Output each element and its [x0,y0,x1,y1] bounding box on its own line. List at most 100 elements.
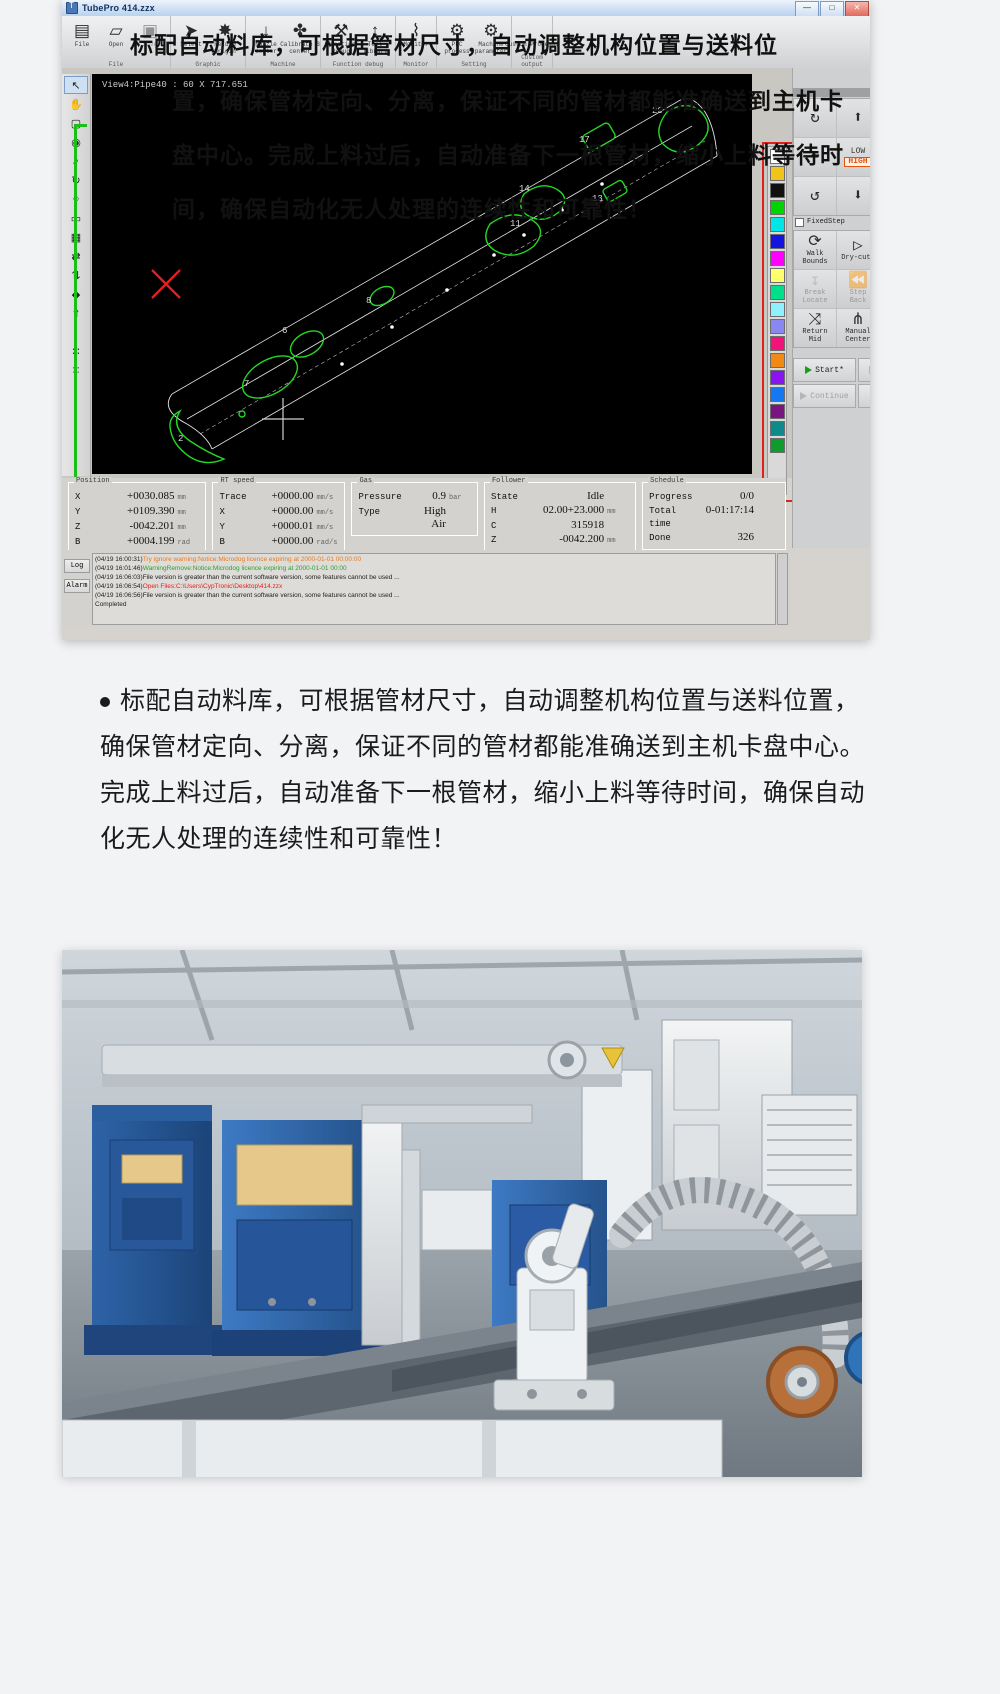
log-list[interactable]: (04/19 16:00:31)Try ignore warning:Notic… [92,553,776,625]
palette-swatch[interactable] [769,234,785,249]
palette-swatch[interactable] [769,268,785,283]
cursor-arrow-button[interactable]: ➤ Select [174,16,208,65]
run-control-row[interactable]: Start* Pause Continue Stop [793,358,870,408]
status-unit: mm/s [316,494,334,502]
calibrate-b-button[interactable]: ✤ Calibrate B center [280,16,320,65]
return-origin-button[interactable]: ✸ Return Origin [208,16,242,65]
fixed-step-row[interactable]: FixedStep ⚙ [793,216,870,228]
continue-button: Continue [793,384,856,408]
status-value: +0004.199 [127,535,175,547]
dry-cut-button[interactable]: ▷Dry-cut* [837,231,870,269]
action-button-grid[interactable]: ⟳Walk Bounds▷Dry-cut*⇱Return 0 Pos↧Break… [793,230,870,348]
minimize-button[interactable]: — [795,1,819,17]
speed-low-label[interactable]: LOW [851,147,865,156]
ribbon-button-label: Save [142,41,158,48]
speed-toggle[interactable]: LOW HIGH [837,138,870,176]
status-row: B +0004.199 rad [75,535,199,550]
color-palette[interactable] [767,146,787,495]
status-group-caption: Schedule [648,477,686,485]
walk-bounds-button[interactable]: ⟳ Walk Bounds [794,231,836,269]
chart-monitor-button[interactable]: ⌇ Monitor [399,16,433,65]
document-button[interactable]: ▤ File [65,16,99,65]
palette-swatch[interactable] [769,404,785,419]
manual-center-button[interactable]: ⋔ Manual Center [837,309,870,347]
arrow-up-icon[interactable]: ⬆ [837,99,870,137]
log-line: (04/19 16:06:03)File version is greater … [95,573,773,582]
cursor-arrow-icon[interactable]: ↖ [64,76,88,94]
pan-hand-icon[interactable]: ✋ [64,95,88,113]
log-line: (04/19 16:01:46)WarningRemove:Notice:Mic… [95,564,773,573]
nozzle-center-button[interactable]: ↓ Nozzle center [249,16,283,65]
hammer-button[interactable]: ⚒ Function debug [324,16,358,65]
palette-swatch[interactable] [769,370,785,385]
palette-swatch[interactable] [769,251,785,266]
arrow-left-icon[interactable]: ⬅ [794,138,836,176]
log-message: Try ignore warning:Notice:Microdog licen… [142,556,362,563]
gear-button[interactable]: ⚙ Machine parameter [474,16,508,65]
palette-swatch[interactable] [769,217,785,232]
status-unit: mm [177,494,186,502]
palette-swatch[interactable] [769,149,785,164]
palette-swatch[interactable] [769,336,785,351]
log-tab-alarm[interactable]: Alarm [64,579,90,593]
folder-button[interactable]: ▱ Open [99,16,133,65]
dry-cut-icon: ▷ [853,237,863,255]
rotate-minus-icon[interactable]: ↺ [794,177,836,215]
palette-swatch[interactable] [769,387,785,402]
break-locate-icon: ↧ [810,272,820,290]
palette-swatch[interactable] [769,421,785,436]
palette-swatch[interactable] [769,166,785,181]
canvas-part-number: 8 [366,296,372,306]
ribbon-group-setting: ⚙ PLC process ⚙ Machine parameter Setting [437,16,512,68]
nozzle-center-icon: ↓ [261,20,271,40]
plc-wrench-button[interactable]: ⚙ PLC process [440,16,474,65]
rotate-plus-icon[interactable]: ↻ [794,99,836,137]
status-key: Y [75,507,81,517]
close-button[interactable]: ✕ [845,1,869,17]
rotate-minus-icon: ↺ [810,187,820,205]
window-controls[interactable]: — □ ✕ [795,0,870,17]
log-tab-log[interactable]: Log [64,559,90,573]
ribbon-button-label: Function debug [326,41,356,55]
status-unit: mm [177,509,186,517]
ribbon-button-label: Calibrate B center [280,41,320,55]
jog-control-grid[interactable]: ↻⬆⬇⬅LOWHIGH➡↺⬇⬆ [793,98,870,216]
arrow-up-icon: ⬆ [853,109,863,127]
log-timestamp: (04/19 16:01:46) [95,565,143,572]
palette-swatch[interactable] [769,353,785,368]
status-group-gas: Gas Pressure 0.9 bar Type High Air [351,477,478,536]
start-button[interactable]: Start* [793,358,856,382]
arrow-down-icon[interactable]: ⬇ [837,177,870,215]
tool-library-button[interactable]: ↕ Tool library [358,16,392,65]
bullet-icon [100,697,110,707]
palette-swatch[interactable] [769,200,785,215]
status-value: +0000.00 [271,535,314,547]
log-message: WarningRemove:Notice:Microdog licence ex… [142,565,347,572]
status-row: Y +0000.01 mm/s [219,520,338,535]
status-unit: rad/s [316,539,338,547]
ribbon-group-label: Graphic [195,61,221,68]
return-mid-button[interactable]: ⤨ Return Mid [794,309,836,347]
log-tabs[interactable]: Log Alarm [64,553,90,625]
status-value: +0000.01 [271,520,314,532]
status-key: H [490,506,497,516]
log-scrollbar[interactable] [777,553,788,625]
palette-swatch[interactable] [769,285,785,300]
palette-swatch[interactable] [769,319,785,334]
speed-high-label[interactable]: HIGH [844,156,870,167]
status-value: +0000.00 [271,505,314,517]
graphics-canvas[interactable]: View4:Pipe40 : 60 X 717.651 20 17 14 13 … [92,74,752,474]
palette-swatch[interactable] [769,302,785,317]
stop-button[interactable]: Stop [858,384,870,408]
status-group-caption: Follower [489,477,528,485]
play-icon [805,366,813,374]
ribbon-toolbar[interactable]: ▤ File ▱ Open ▣ Save File ➤ Select ✸ Return Origin… [62,16,870,69]
fixed-step-checkbox[interactable] [795,217,804,227]
palette-swatch[interactable] [769,183,785,198]
log-timestamp: (04/19 16:06:03) [95,574,143,581]
tool-library-icon: ↕ [370,20,380,40]
maximize-button[interactable]: □ [820,1,844,17]
palette-swatch[interactable] [769,438,785,453]
status-unit: mm [177,524,186,532]
status-key: Z [490,535,497,545]
